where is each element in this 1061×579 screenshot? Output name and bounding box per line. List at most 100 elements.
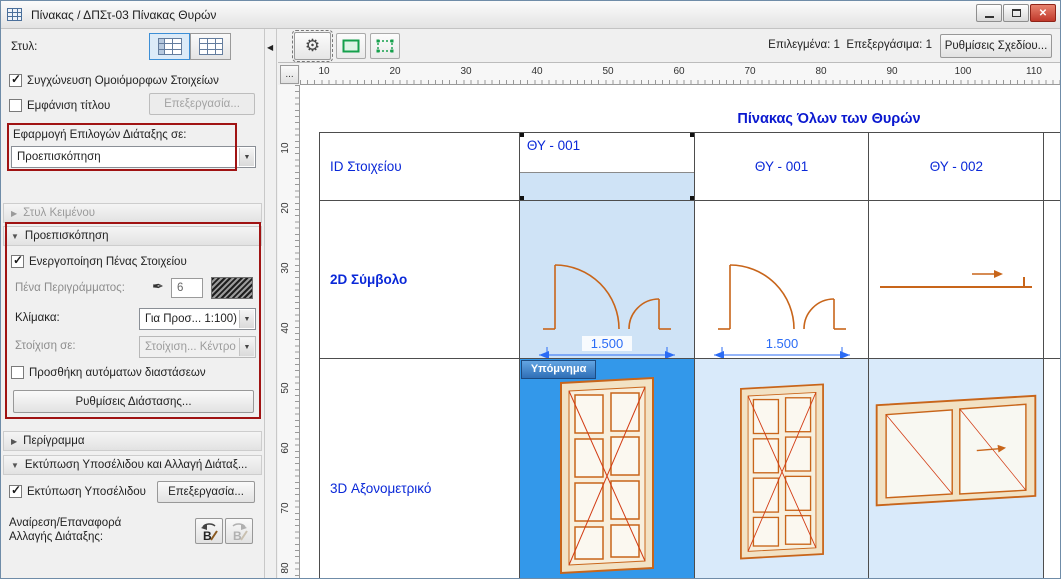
plain-grid-icon	[199, 38, 223, 55]
door-plan-symbol: 1.500	[712, 229, 852, 359]
edit-title-button[interactable]: Επεξεργασία...	[149, 93, 255, 115]
v-ruler-label: 60	[280, 436, 294, 460]
id-cell-door2[interactable]: ΘΥ - 001	[695, 133, 870, 201]
axon-cell-empty[interactable]	[1044, 359, 1060, 578]
symbol-cell-door1-selected[interactable]: 1.500	[520, 201, 695, 359]
pen-number-field[interactable]: 6	[171, 278, 203, 298]
select-area-button[interactable]	[336, 33, 366, 59]
row-label-id[interactable]: ID Στοιχείου	[320, 133, 520, 201]
h-ruler-label: 100	[953, 66, 973, 77]
show-title-checkbox[interactable]: Εμφάνιση τίτλου	[9, 99, 110, 112]
green-selection-rect-icon	[342, 39, 360, 53]
redo-layout-change-button[interactable]: B	[225, 518, 253, 544]
preview-main-area: ⚙ Επιλεγμένα: 1 Επεξεργάσιμα: 1 Ρυθμίσει…	[278, 29, 1060, 578]
style-grid-view-button[interactable]	[149, 33, 190, 60]
undo-arrow-icon: B	[198, 520, 220, 542]
schedule-preview-canvas[interactable]: Πίνακας Όλων των Θυρών ID Στοιχείου ΘΥ -…	[300, 85, 1060, 578]
editable-label: Επεξεργάσιμα:	[846, 39, 922, 51]
merge-uniform-items-checkbox[interactable]: Συγχώνευση Ομοιόμορφων Στοιχείων	[9, 74, 219, 87]
scale-label: Κλίμακα:	[15, 312, 60, 324]
dimension-text: 1.500	[765, 336, 798, 351]
axon-cell-door2[interactable]	[695, 359, 870, 578]
ruler-options-button[interactable]: ...	[280, 65, 299, 84]
id-cell-door3[interactable]: ΘΥ - 002	[869, 133, 1044, 201]
print-footer-checkbox[interactable]: Εκτύπωση Υποσέλιδου	[9, 485, 146, 498]
chevron-right-icon: ▶	[11, 209, 17, 218]
axon-cell-door3[interactable]	[869, 359, 1044, 578]
double-window-3d-image	[871, 389, 1041, 514]
window-title: Πίνακας / ΔΠΣτ-03 Πίνακας Θυρών	[31, 8, 216, 22]
h-ruler-label: 80	[811, 66, 831, 77]
scale-value: Για Προσ... 1:100)	[145, 313, 237, 325]
dimension-settings-button[interactable]: Ρυθμίσεις Διάστασης...	[13, 390, 254, 413]
schedule-title: Πίνακας Όλων των Θυρών	[737, 111, 920, 127]
settings-gear-button[interactable]: ⚙	[294, 32, 331, 60]
align-dropdown[interactable]: Στοίχιση... Κέντρο ▼	[139, 336, 256, 358]
align-to-label: Στοίχιση σε:	[15, 340, 76, 352]
editable-count: 1	[926, 39, 932, 51]
symbol-cell-door2[interactable]: 1.500	[695, 201, 870, 359]
checkbox-unchecked[interactable]	[9, 99, 22, 112]
symbol-cell-door3[interactable]	[869, 201, 1044, 359]
chevron-right-icon: ▶	[11, 437, 17, 446]
close-button[interactable]: ✕	[1030, 4, 1056, 22]
grid-with-header-icon	[158, 38, 182, 55]
h-ruler-label: 20	[385, 66, 405, 77]
maximize-button[interactable]	[1003, 4, 1029, 22]
symbol-cell-empty[interactable]	[1044, 201, 1060, 359]
style-table-view-button[interactable]	[190, 33, 231, 60]
section-preview-label: Προεπισκόπηση	[25, 230, 109, 242]
svg-text:B: B	[233, 529, 242, 542]
auto-dimensions-checkbox[interactable]: Προσθήκη αυτόματων διαστάσεων	[11, 366, 206, 379]
enable-element-pen-checkbox[interactable]: Ενεργοποίηση Πένας Στοιχείου	[11, 255, 187, 268]
align-value: Στοίχιση... Κέντρο	[145, 341, 236, 353]
section-preview[interactable]: ▼ Προεπισκόπηση	[3, 226, 262, 246]
selected-label: Επιλεγμένα:	[768, 39, 830, 51]
sliding-door-plan-symbol	[876, 263, 1036, 299]
schedule-dialog-window: Πίνακας / ΔΠΣτ-03 Πίνακας Θυρών ✕ Στυλ: …	[0, 0, 1061, 579]
checkbox-checked[interactable]	[9, 74, 22, 87]
stretch-marquee-button[interactable]	[370, 33, 400, 59]
schedule-title-row[interactable]: Πίνακας Όλων των Θυρών	[319, 105, 1060, 133]
dimension-text: 1.500	[590, 336, 623, 351]
gear-icon: ⚙	[305, 36, 320, 56]
drawing-settings-button[interactable]: Ρυθμίσεις Σχεδίου...	[940, 34, 1052, 58]
preview-toolbar: ⚙ Επιλεγμένα: 1 Επεξεργάσιμα: 1 Ρυθμίσει…	[278, 29, 1060, 63]
v-ruler-label: 10	[280, 136, 294, 160]
chevron-down-icon: ▼	[239, 310, 254, 328]
section-text-style[interactable]: ▶ Στυλ Κειμένου	[3, 203, 262, 223]
sidebar-collapse-strip[interactable]: ◀	[264, 29, 277, 578]
undo-layout-change-button[interactable]: B	[195, 518, 223, 544]
title-bar: Πίνακας / ΔΠΣτ-03 Πίνακας Θυρών ✕	[1, 1, 1060, 29]
checkbox-checked[interactable]	[9, 485, 22, 498]
redo-arrow-icon: B	[228, 520, 250, 542]
scale-dropdown[interactable]: Για Προσ... 1:100) ▼	[139, 308, 256, 330]
apply-layout-options-dropdown[interactable]: Προεπισκόπηση ▼	[11, 146, 256, 168]
id-row-label-text: ID Στοιχείου	[330, 159, 402, 174]
v-ruler-label: 40	[280, 316, 294, 340]
minimize-button[interactable]	[976, 4, 1002, 22]
row-label-3d-axon[interactable]: 3D Αξονομετρικό	[320, 359, 520, 578]
id-cell-empty[interactable]	[1044, 133, 1060, 201]
v-ruler-label: 30	[280, 256, 294, 280]
selection-handle[interactable]	[520, 133, 524, 137]
legend-tooltip: Υπόμνημα	[521, 360, 597, 379]
schedule-table: Πίνακας Όλων των Θυρών ID Στοιχείου ΘΥ -…	[319, 105, 1060, 578]
axon-cell-door1-selected[interactable]: Υπόμνημα	[520, 359, 695, 578]
id-edit-field[interactable]: ΘΥ - 001	[520, 133, 694, 173]
section-footer-print[interactable]: ▼ Εκτύπωση Υποσέλιδου και Αλλαγή Διάταξ.…	[3, 455, 262, 475]
row-label-2d-symbol[interactable]: 2D Σύμβολο	[320, 201, 520, 359]
section-footer-print-label: Εκτύπωση Υποσέλιδου και Αλλαγή Διάταξ...	[25, 459, 248, 471]
print-footer-label: Εκτύπωση Υποσέλιδου	[27, 486, 146, 498]
checkbox-unchecked[interactable]	[11, 366, 24, 379]
v-ruler-label: 70	[280, 496, 294, 520]
collapse-left-icon: ◀	[267, 43, 273, 52]
edit-footer-button[interactable]: Επεξεργασία...	[157, 481, 255, 503]
id-cell-door1-editing[interactable]: ΘΥ - 001	[520, 133, 695, 201]
symbol-row-label-text: 2D Σύμβολο	[330, 272, 407, 287]
h-ruler-label: 40	[527, 66, 547, 77]
checkbox-checked[interactable]	[11, 255, 24, 268]
vertical-ruler: 10 20 30 40 50 60 70 80	[278, 85, 300, 578]
section-outline[interactable]: ▶ Περίγραμμα	[3, 431, 262, 451]
pen-color-swatch-button[interactable]	[211, 277, 253, 299]
